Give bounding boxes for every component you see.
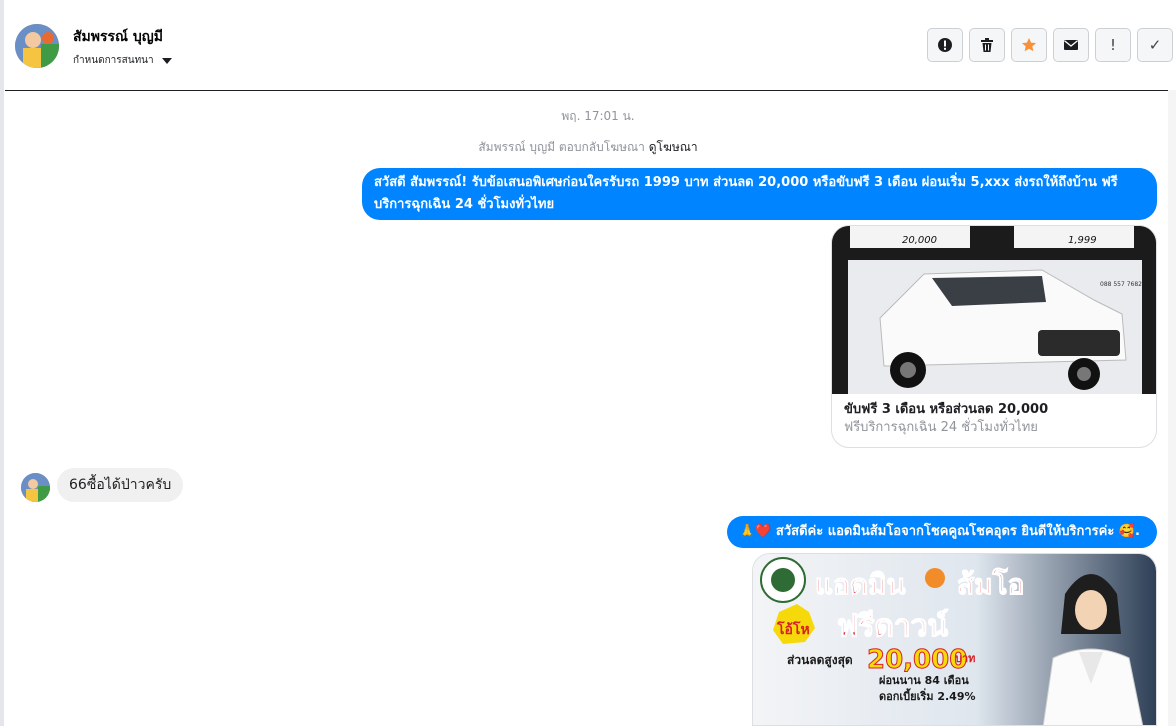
promo-interest: ดอกเบี้ยเริ่ม 2.49%: [879, 688, 976, 703]
message-timestamp: พฤ. 17:01 น.: [561, 109, 635, 123]
done-button[interactable]: ✓: [1137, 28, 1173, 62]
badge-right-text: 1,999: [1068, 235, 1097, 246]
promo-discount-label: ส่วนลดสูงสุด: [787, 653, 853, 668]
promo-discount-value: 20,000: [867, 645, 967, 675]
incoming-message[interactable]: 66ซื้อได้ป่าวครับ: [57, 468, 184, 502]
badge-left-text: 20,000: [902, 235, 937, 246]
ad-card-subtitle: ฟรีบริการฉุกเฉิน 24 ชั่วโมงทั่วไทย: [844, 420, 1038, 435]
promo-tag: โอ้โห: [776, 620, 810, 638]
contact-name: สัมพรรณ์ บุญมี: [73, 29, 163, 45]
promo-installment: ผ่อนนาน 84 เดือน: [879, 674, 969, 687]
promo-image[interactable]: แอดมิน ส้มโอ โอ้โห ฟรีดาวน์ ส่วนลดสูงสุด…: [752, 553, 1157, 726]
message-scrollbar[interactable]: [1168, 90, 1176, 726]
ad-reply-text: สัมพรรณ์ บุญมี ตอบกลับโฆษณา: [478, 140, 645, 154]
conversation-header: สัมพรรณ์ บุญมี กำหนดการสนทนา ! ✓: [5, 0, 1176, 91]
caret-down-icon: [161, 57, 172, 64]
promo-offer: ฟรีดาวน์: [837, 609, 949, 644]
mark-unread-button[interactable]: [1053, 28, 1089, 62]
card-phone-text: 088 557 7682: [1100, 281, 1142, 288]
envelope-icon: [1064, 40, 1078, 50]
star-icon: [1021, 38, 1037, 52]
sender-avatar[interactable]: [21, 473, 50, 502]
promo-headline-1: แอดมิน: [815, 568, 906, 601]
outgoing-message[interactable]: สวัสดี สัมพรรณ์! รับข้อเสนอพิเศษก่อนใครร…: [362, 168, 1157, 220]
ad-card-image: 20,000 1,999 088 557 7682: [832, 226, 1156, 394]
check-icon: ✓: [1148, 36, 1162, 54]
header-actions: ! ✓: [927, 28, 1173, 62]
delete-button[interactable]: [969, 28, 1005, 62]
outgoing-message-text: สวัสดีค่ะ แอดมินส้มโอจากโชคคูณโชคอุดร ยิ…: [775, 524, 1115, 539]
ad-card[interactable]: 20,000 1,999 088 557 7682 ขับฟรี 3 เดือน…: [831, 225, 1157, 448]
report-button[interactable]: [927, 28, 963, 62]
promo-currency: บาท: [955, 652, 975, 665]
view-ad-link[interactable]: ดูโฆษณา: [649, 140, 698, 154]
schedule-label: กำหนดการสนทนา: [73, 55, 154, 66]
star-button[interactable]: [1011, 28, 1047, 62]
trash-icon: [981, 38, 993, 52]
outgoing-message[interactable]: 🙏❤️ สวัสดีค่ะ แอดมินส้มโอจากโชคคูณโชคอุด…: [727, 516, 1157, 548]
promo-headline-2: ส้มโอ: [957, 567, 1024, 601]
smile-hearts-emoji: 🥰.: [1118, 524, 1140, 539]
exclamation-icon: !: [1109, 36, 1116, 54]
ad-reply-note: สัมพรรณ์ บุญมี ตอบกลับโฆษณา ดูโฆษณา: [0, 138, 1176, 157]
conversation-schedule-dropdown[interactable]: กำหนดการสนทนา: [73, 53, 172, 68]
alert-circle-icon: [938, 38, 952, 52]
priority-button[interactable]: !: [1095, 28, 1131, 62]
contact-avatar[interactable]: [15, 24, 59, 68]
pray-heart-emoji: 🙏❤️: [739, 524, 772, 539]
